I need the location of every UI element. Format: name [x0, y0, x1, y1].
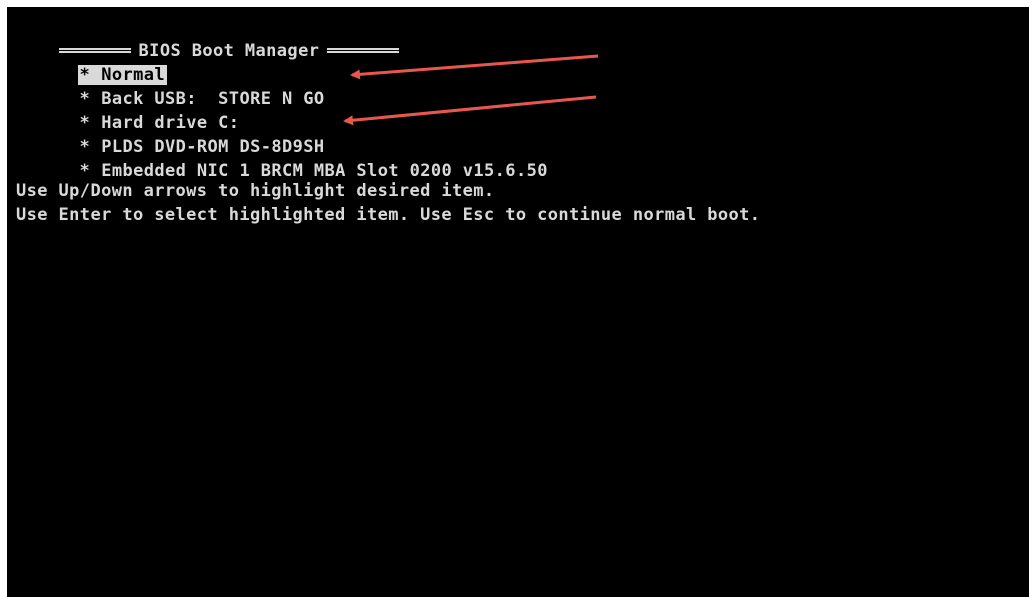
boot-item-dvd-rom[interactable]: * PLDS DVD-ROM DS-8D9SH: [37, 117, 325, 157]
boot-item-back-usb[interactable]: * Back USB: STORE N GO: [37, 69, 325, 109]
boot-item-hard-drive[interactable]: * Hard drive C:: [37, 93, 240, 133]
boot-item-label: Embedded NIC 1 BRCM MBA Slot 0200 v15.6.…: [101, 161, 548, 181]
title-bar: BIOS Boot Manager: [16, 21, 400, 61]
boot-item-normal[interactable]: * Normal: [37, 45, 167, 85]
help-text-select: Use Enter to select highlighted item. Us…: [16, 205, 761, 225]
bullet-icon: *: [79, 161, 91, 181]
bios-screen: BIOS Boot Manager * Normal * Back USB: STO…: [7, 7, 1029, 597]
boot-item-embedded-nic[interactable]: * Embedded NIC 1 BRCM MBA Slot 0200 v15.6…: [37, 141, 548, 181]
help-text-navigate: Use Up/Down arrows to highlight desired …: [16, 181, 495, 201]
title-rule-right: [327, 47, 400, 53]
